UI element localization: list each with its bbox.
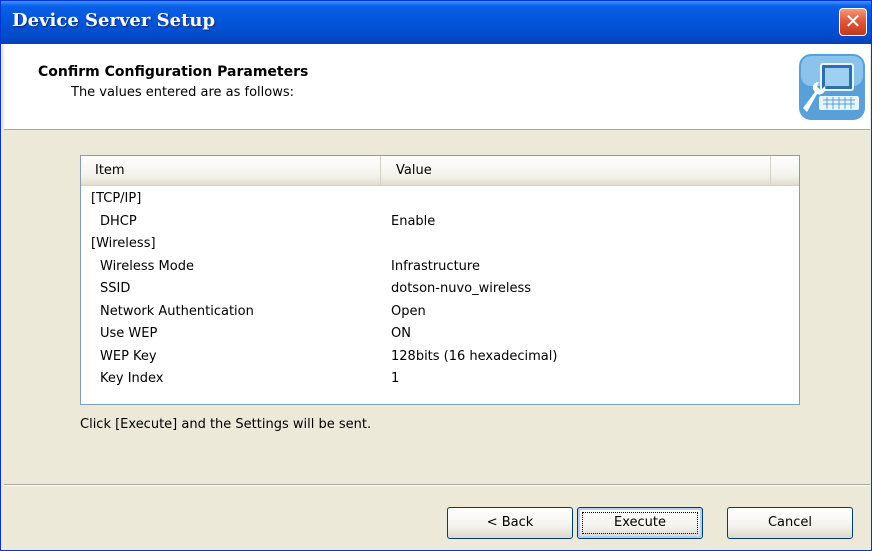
page-title: Confirm Configuration Parameters — [38, 64, 309, 80]
table-row[interactable]: SSID dotson-nuvo_wireless — [81, 278, 799, 301]
row-item-label: SSID — [100, 281, 131, 296]
table-row[interactable]: Key Index 1 — [81, 368, 799, 391]
row-item-label: Network Authentication — [100, 303, 254, 319]
configuration-table[interactable]: Item Value [TCP/IP] DHCP Enable [Wireles… — [80, 155, 800, 405]
window-title: Device Server Setup — [12, 10, 216, 31]
row-item-label: DHCP — [100, 213, 137, 229]
column-header-item[interactable]: Item — [81, 156, 381, 185]
row-item-label: WEP Key — [100, 348, 157, 364]
table-row[interactable]: WEP Key 128bits (16 hexadecimal) — [81, 346, 799, 369]
row-item-label: [TCP/IP] — [91, 191, 142, 206]
column-header-value[interactable]: Value — [381, 156, 771, 185]
wizard-header: Confirm Configuration Parameters The val… — [4, 44, 870, 130]
row-value: 1 — [391, 371, 400, 386]
execute-button[interactable]: Execute — [577, 507, 703, 539]
table-row[interactable]: [Wireless] — [81, 233, 799, 256]
footer-divider — [4, 484, 870, 486]
row-value: Enable — [391, 213, 436, 229]
table-row[interactable]: Network Authentication Open — [81, 301, 799, 324]
focus-ring — [582, 512, 698, 534]
table-row[interactable]: DHCP Enable — [81, 211, 799, 234]
device-server-setup-window: Device Server Setup ✕ Confirm Configurat… — [0, 0, 872, 551]
row-value: 128bits (16 hexadecimal) — [391, 348, 558, 364]
table-body: [TCP/IP] DHCP Enable [Wireless] Wireless… — [81, 188, 799, 391]
row-value: ON — [391, 326, 411, 341]
table-row[interactable]: Wireless Mode Infrastructure — [81, 256, 799, 279]
row-value: dotson-nuvo_wireless — [391, 281, 532, 296]
row-item-label: Use WEP — [100, 326, 158, 341]
instruction-text: Click [Execute] and the Settings will be… — [80, 417, 372, 432]
close-button[interactable]: ✕ — [839, 8, 867, 36]
table-row[interactable]: Use WEP ON — [81, 323, 799, 346]
row-value: Open — [391, 303, 426, 319]
table-row[interactable]: [TCP/IP] — [81, 188, 799, 211]
page-subtitle: The values entered are as follows: — [71, 85, 295, 100]
table-header: Item Value — [81, 156, 799, 186]
setup-computer-wrench-icon — [799, 54, 865, 120]
row-item-label: [Wireless] — [91, 236, 156, 251]
back-button[interactable]: < Back — [447, 507, 573, 539]
title-bar[interactable]: Device Server Setup ✕ — [1, 1, 871, 44]
row-item-label: Key Index — [100, 371, 164, 386]
row-item-label: Wireless Mode — [100, 258, 194, 274]
close-icon: ✕ — [844, 9, 862, 33]
cancel-button[interactable]: Cancel — [727, 507, 853, 539]
row-value: Infrastructure — [391, 258, 480, 274]
